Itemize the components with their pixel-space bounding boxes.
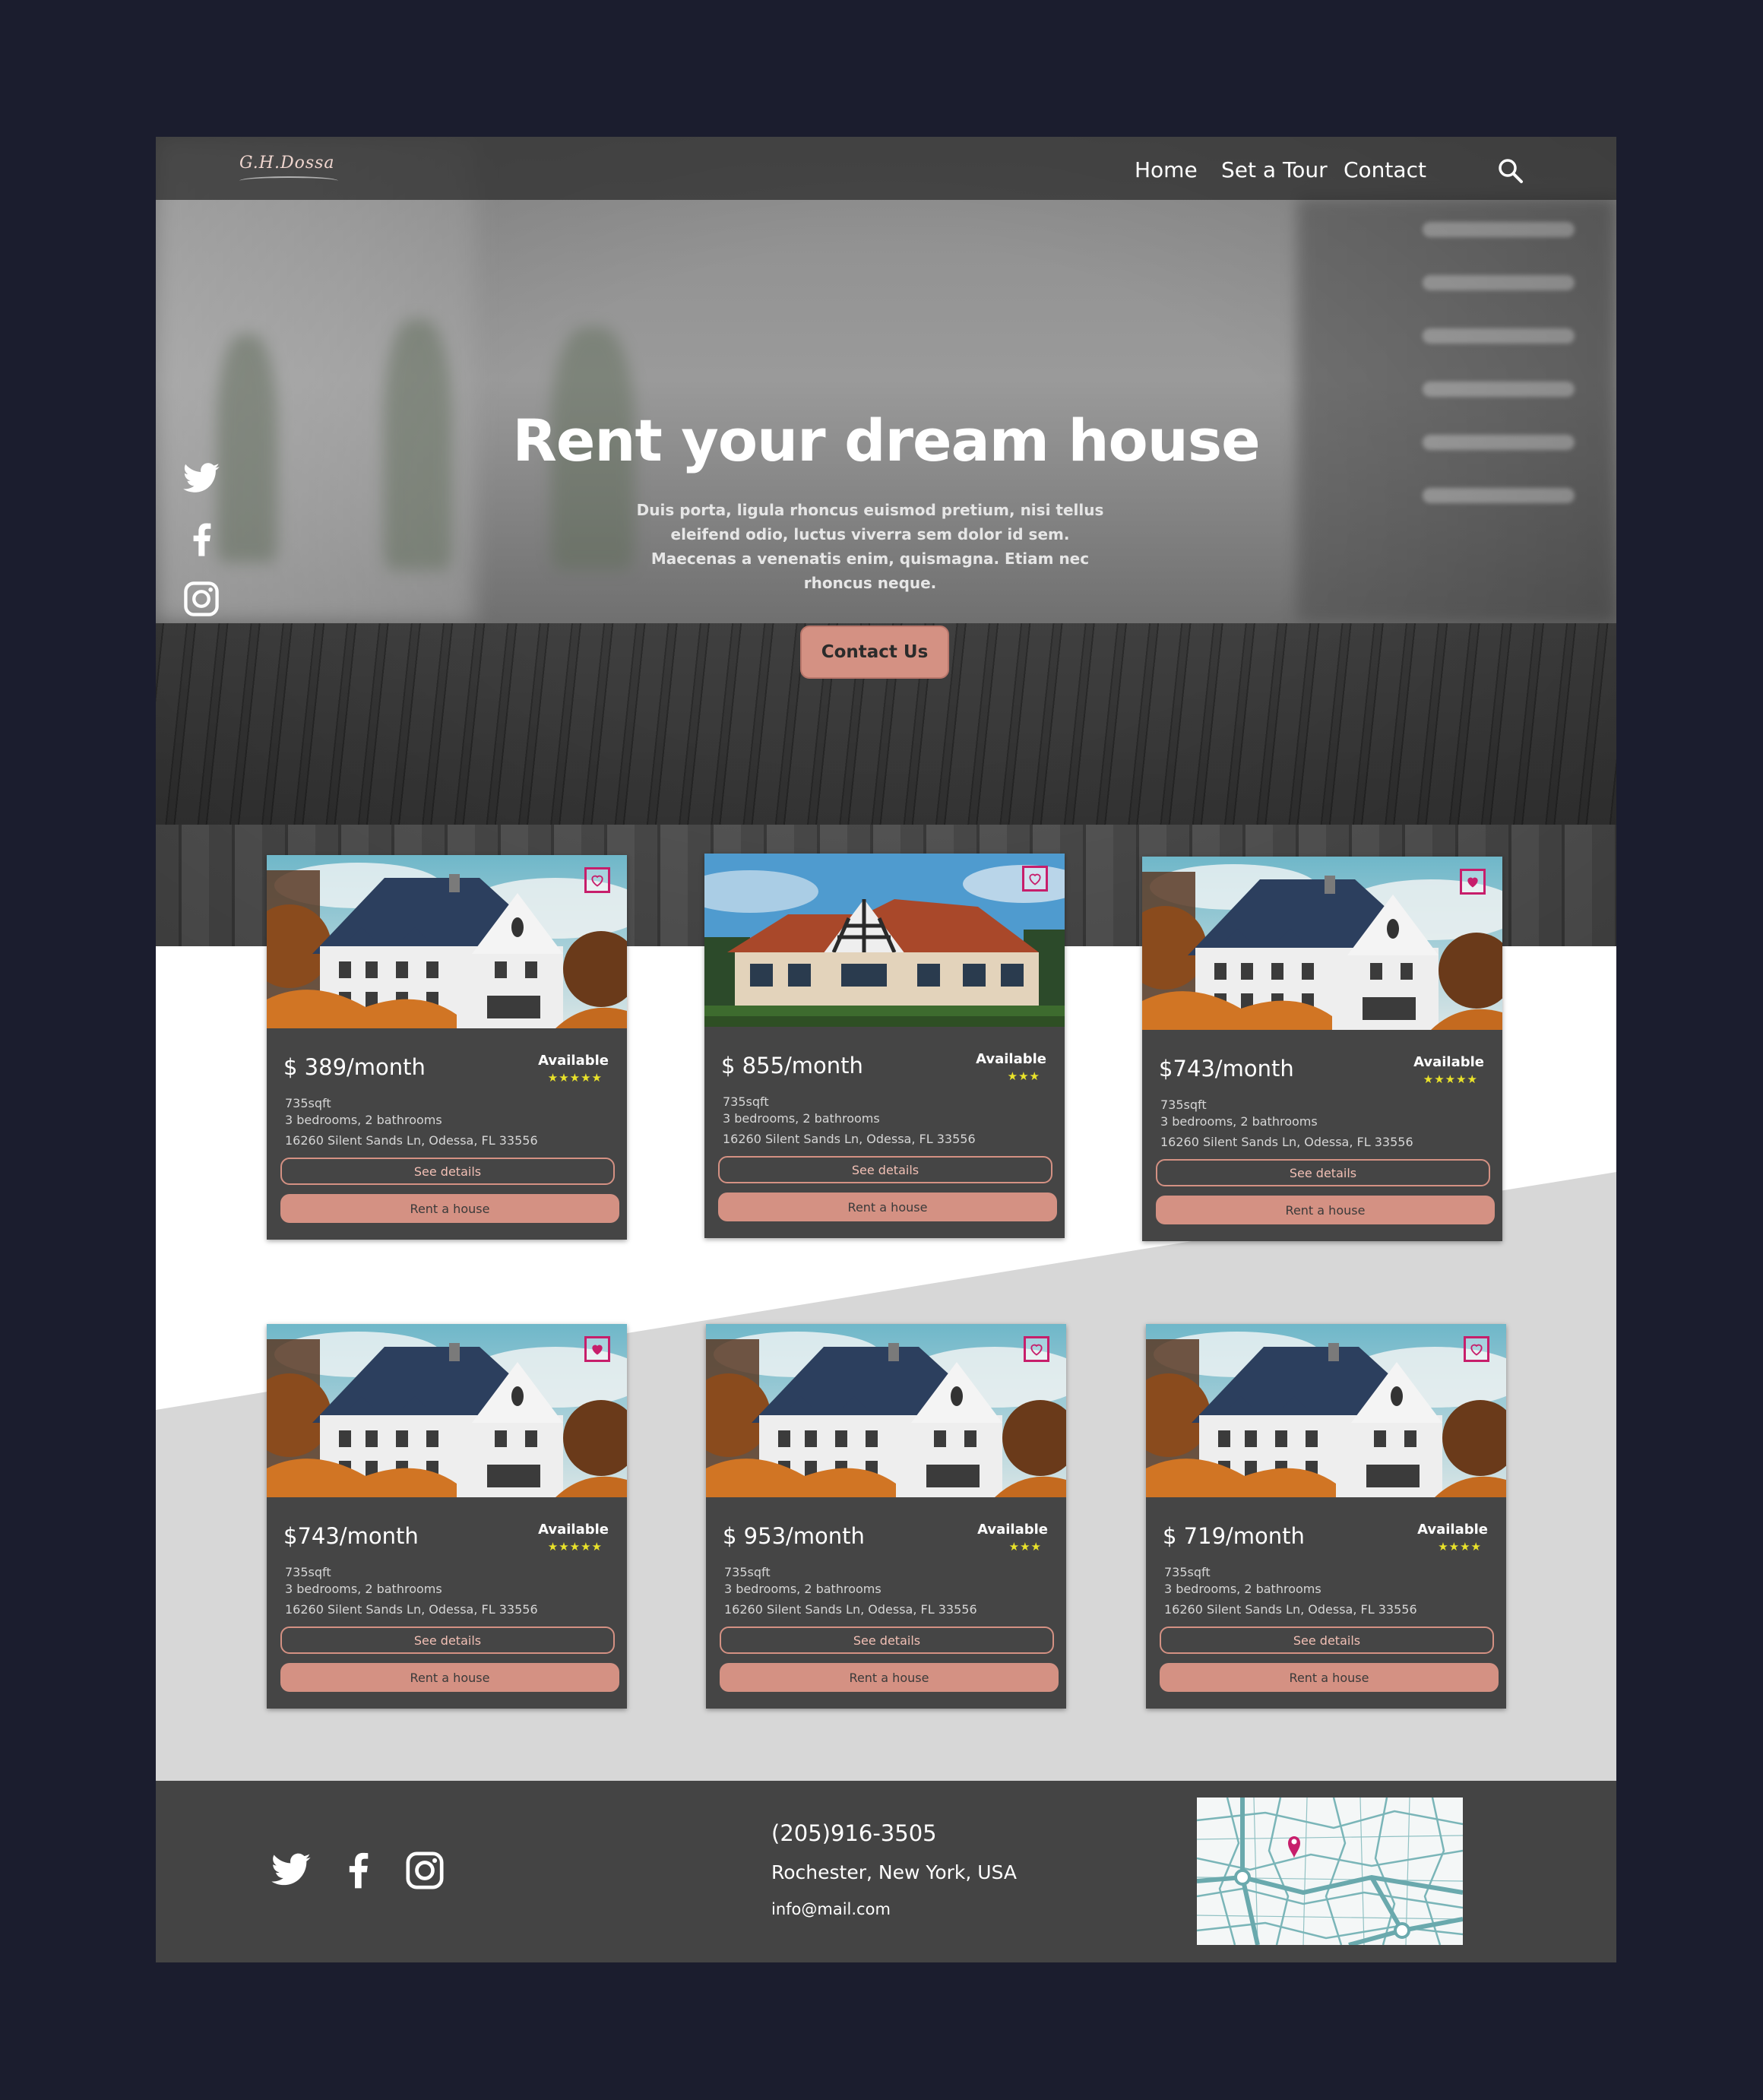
contact-us-button[interactable]: Contact Us: [800, 626, 949, 679]
facebook-icon[interactable]: [337, 1849, 379, 1892]
rating-stars: ★★★★★: [547, 1541, 603, 1554]
rent-house-button[interactable]: Rent a house: [1160, 1663, 1499, 1692]
availability-status: Available: [977, 1522, 1048, 1538]
listing-rooms: 3 bedrooms, 2 bathrooms: [724, 1582, 882, 1596]
see-details-button[interactable]: See details: [280, 1158, 615, 1185]
footer-email[interactable]: info@mail.com: [771, 1900, 891, 1918]
instagram-icon[interactable]: [182, 579, 221, 619]
rent-house-button[interactable]: Rent a house: [720, 1663, 1059, 1692]
availability-status: Available: [1413, 1054, 1484, 1070]
listing-area: 735sqft: [724, 1565, 771, 1579]
rent-house-button[interactable]: Rent a house: [1156, 1196, 1495, 1224]
listing-price: $ 953/month: [723, 1523, 865, 1549]
house-photo[interactable]: [704, 854, 1065, 1027]
nav-home[interactable]: Home: [1135, 157, 1198, 182]
rent-house-button[interactable]: Rent a house: [280, 1194, 619, 1223]
see-details-button[interactable]: See details: [718, 1156, 1052, 1183]
facebook-icon[interactable]: [182, 520, 221, 559]
listing-area: 735sqft: [285, 1565, 331, 1579]
twitter-icon[interactable]: [270, 1849, 312, 1892]
heart-filled-icon[interactable]: [1460, 869, 1486, 895]
listing-rooms: 3 bedrooms, 2 bathrooms: [285, 1582, 442, 1596]
listing-card[interactable]: $ 855/month Available ★★★ 735sqft 3 bedr…: [704, 854, 1065, 1238]
listing-card[interactable]: $743/month Available ★★★★★ 735sqft 3 bed…: [1142, 857, 1502, 1241]
top-navbar: G.H.Dossa Home Set a Tour Contact: [156, 137, 1616, 200]
listing-price: $743/month: [283, 1523, 419, 1549]
see-details-button[interactable]: See details: [1156, 1159, 1490, 1186]
see-details-button[interactable]: See details: [280, 1626, 615, 1654]
nav-set-a-tour[interactable]: Set a Tour: [1221, 157, 1328, 182]
heart-icon[interactable]: [1464, 1336, 1489, 1362]
house-photo[interactable]: [267, 1324, 627, 1497]
listing-rooms: 3 bedrooms, 2 bathrooms: [1160, 1114, 1318, 1129]
listing-area: 735sqft: [1164, 1565, 1211, 1579]
listing-price: $ 719/month: [1163, 1523, 1305, 1549]
listing-card[interactable]: $ 389/month Available ★★★★★ 735sqft 3 be…: [267, 855, 627, 1240]
rating-stars: ★★★: [1008, 1541, 1042, 1554]
listing-area: 735sqft: [285, 1096, 331, 1110]
rent-house-button[interactable]: Rent a house: [718, 1193, 1057, 1221]
search-icon[interactable]: [1498, 158, 1524, 184]
heart-icon[interactable]: [584, 867, 610, 893]
instagram-icon[interactable]: [404, 1849, 446, 1892]
heart-filled-icon[interactable]: [584, 1336, 610, 1362]
listing-address: 16260 Silent Sands Ln, Odessa, FL 33556: [285, 1602, 538, 1617]
listing-address: 16260 Silent Sands Ln, Odessa, FL 33556: [1164, 1602, 1417, 1617]
see-details-button[interactable]: See details: [720, 1626, 1054, 1654]
listing-price: $743/month: [1159, 1056, 1294, 1082]
listing-area: 735sqft: [723, 1094, 769, 1109]
listing-address: 16260 Silent Sands Ln, Odessa, FL 33556: [1160, 1135, 1413, 1149]
listing-address: 16260 Silent Sands Ln, Odessa, FL 33556: [724, 1602, 977, 1617]
listing-address: 16260 Silent Sands Ln, Odessa, FL 33556: [285, 1133, 538, 1148]
rating-stars: ★★★★: [1438, 1541, 1482, 1554]
availability-status: Available: [976, 1051, 1046, 1067]
rating-stars: ★★★: [1007, 1070, 1040, 1083]
listing-card[interactable]: $ 953/month Available ★★★ 735sqft 3 bedr…: [706, 1324, 1066, 1709]
availability-status: Available: [538, 1522, 609, 1538]
listing-address: 16260 Silent Sands Ln, Odessa, FL 33556: [723, 1132, 976, 1146]
house-photo[interactable]: [706, 1324, 1066, 1497]
house-photo[interactable]: [1142, 857, 1502, 1030]
hero-description: Duis porta, ligula rhoncus euismod preti…: [636, 501, 1104, 592]
availability-status: Available: [538, 1053, 609, 1069]
heart-icon[interactable]: [1022, 866, 1048, 892]
listing-card[interactable]: $ 719/month Available ★★★★ 735sqft 3 bed…: [1146, 1324, 1506, 1709]
brand-logo[interactable]: G.H.Dossa: [239, 154, 335, 173]
heart-icon[interactable]: [1024, 1336, 1049, 1362]
hero-section: G.H.Dossa Home Set a Tour Contact Rent y…: [156, 137, 1616, 946]
footer-phone[interactable]: (205)916-3505: [771, 1820, 937, 1846]
rating-stars: ★★★★★: [547, 1072, 603, 1085]
listing-rooms: 3 bedrooms, 2 bathrooms: [285, 1113, 442, 1127]
house-photo[interactable]: [267, 855, 627, 1028]
see-details-button[interactable]: See details: [1160, 1626, 1494, 1654]
hero-title: Rent your dream house: [512, 407, 1260, 474]
nav-contact[interactable]: Contact: [1344, 157, 1426, 182]
listing-card[interactable]: $743/month Available ★★★★★ 735sqft 3 bed…: [267, 1324, 627, 1709]
listing-rooms: 3 bedrooms, 2 bathrooms: [723, 1111, 880, 1126]
listing-area: 735sqft: [1160, 1098, 1207, 1112]
rating-stars: ★★★★★: [1423, 1073, 1478, 1086]
listing-rooms: 3 bedrooms, 2 bathrooms: [1164, 1582, 1321, 1596]
map-thumbnail[interactable]: [1197, 1798, 1463, 1945]
availability-status: Available: [1417, 1522, 1488, 1538]
rent-house-button[interactable]: Rent a house: [280, 1663, 619, 1692]
footer-address: Rochester, New York, USA: [771, 1861, 1017, 1883]
page: G.H.Dossa Home Set a Tour Contact Rent y…: [156, 137, 1616, 1962]
listing-price: $ 389/month: [283, 1054, 426, 1080]
footer: (205)916-3505 Rochester, New York, USA i…: [156, 1781, 1616, 1962]
house-photo[interactable]: [1146, 1324, 1506, 1497]
listing-price: $ 855/month: [721, 1053, 863, 1079]
logo-swoosh: [239, 176, 338, 185]
